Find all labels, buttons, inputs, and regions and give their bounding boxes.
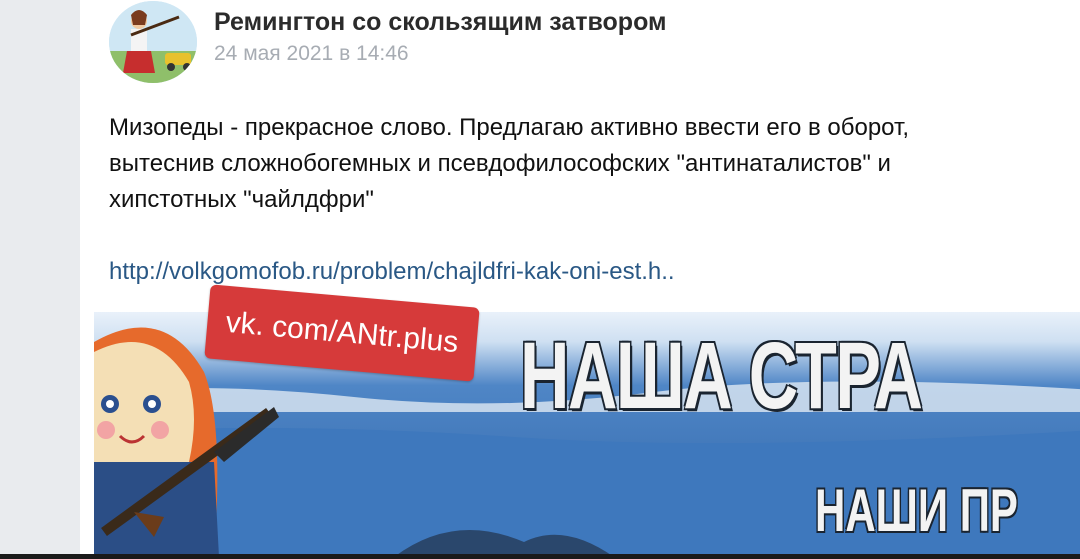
author-name[interactable]: Ремингтон со скользящим затвором [214,8,667,37]
post-text: Мизопеды - прекрасное слово. Предлагаю а… [109,110,1069,218]
banner-title: НАША СТРА [520,323,923,429]
post-link[interactable]: http://volkgomofob.ru/problem/chajldfri-… [109,258,675,286]
banner-subtitle: НАШИ ПР [815,477,1018,544]
left-gutter [0,0,80,559]
post-card: Ремингтон со скользящим затвором 24 мая … [80,0,1080,559]
post-text-line: вытеснив сложнобогемных и псевдофилософс… [109,150,891,177]
avatar-image [109,1,197,83]
post-date[interactable]: 24 мая 2021 в 14:46 [214,42,409,66]
post-text-line: Мизопеды - прекрасное слово. Предлагаю а… [109,114,909,141]
author-avatar[interactable] [109,1,197,83]
bottom-bar [0,554,1080,559]
post-text-line: хипстотных "чайлдфри" [109,186,374,213]
